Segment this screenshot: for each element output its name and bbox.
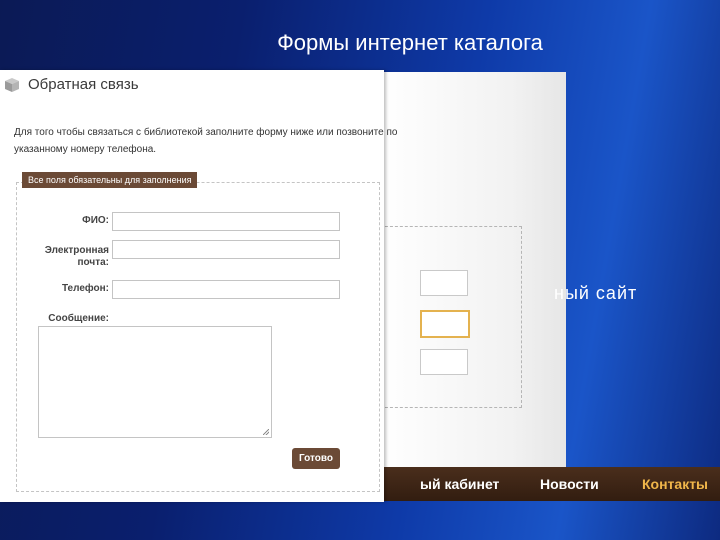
phone-field[interactable] [112,280,340,299]
background-input-focused[interactable] [420,310,470,338]
background-input-3[interactable] [420,349,468,375]
message-textarea[interactable] [38,326,272,438]
email-field[interactable] [112,240,340,259]
slide-title: Формы интернет каталога [277,30,543,55]
submit-button[interactable]: Готово [292,448,340,469]
page-title: Обратная связь [28,76,139,93]
page-header: Обратная связь [4,76,139,93]
name-field[interactable] [112,212,340,231]
email-label-line-1: Электронная [44,245,109,256]
message-label: Сообщение: [48,313,109,324]
feedback-page: Обратная связь Для того чтобы связаться … [0,70,397,502]
cube-icon [5,77,19,92]
nav-item-cabinet[interactable]: ый кабинет [420,476,499,492]
resize-grip-icon[interactable] [263,429,269,435]
phone-label: Телефон: [61,283,109,294]
email-label-line-2: почта: [77,257,110,268]
background-nav-bar: ый кабинет Новости Контакты [380,467,720,501]
intro-text: Для того чтобы связаться с библиотекой з… [14,124,414,158]
required-fields-note: Все поля обязательны для заполнения [22,172,198,188]
slide-partial-text: ный сайт [554,283,638,303]
nav-item-news[interactable]: Новости [540,476,599,492]
background-input-1[interactable] [420,270,468,296]
nav-item-contacts[interactable]: Контакты [642,476,708,492]
intro-line-1: Для того чтобы связаться с библиотекой з… [14,127,398,138]
intro-line-2: указанному номеру телефона. [14,144,157,155]
name-label: ФИО: [82,215,109,226]
